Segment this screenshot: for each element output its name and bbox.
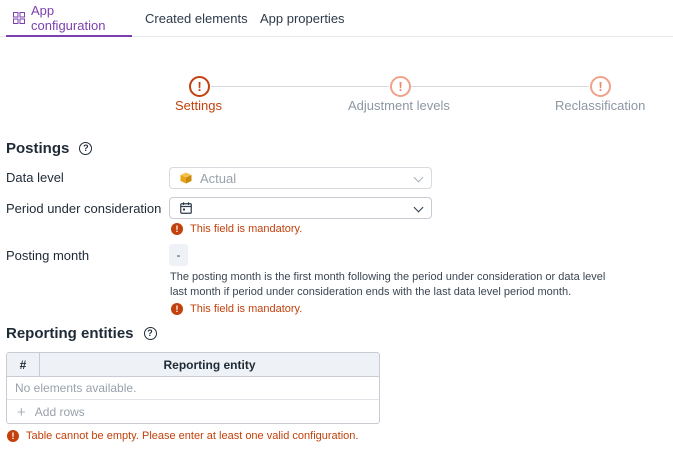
calendar-icon — [180, 202, 192, 214]
posting-month-error-text: This field is mandatory. — [190, 303, 303, 315]
period-select[interactable] — [169, 197, 432, 219]
posting-month-error: ! This field is mandatory. — [171, 303, 302, 315]
tab-label: App configuration — [30, 2, 106, 33]
add-rows-label: Add rows — [34, 405, 85, 419]
chevron-down-icon — [413, 172, 424, 183]
step-settings-warning-icon[interactable]: ! — [189, 76, 210, 97]
step-adjustment-label[interactable]: Adjustment levels — [348, 98, 450, 113]
step-reclassification-label[interactable]: Reclassification — [555, 98, 645, 113]
tab-created-elements[interactable]: Created elements — [145, 0, 248, 37]
chevron-down-icon — [413, 202, 424, 213]
reporting-title: Reporting entities — [6, 325, 134, 342]
step-settings-label[interactable]: Settings — [175, 98, 222, 113]
grid-icon — [13, 11, 25, 24]
step-reclassification-warning-icon[interactable]: ! — [590, 76, 611, 97]
tab-label: App properties — [260, 11, 345, 26]
period-error: ! This field is mandatory. — [171, 223, 302, 235]
data-level-label: Data level — [6, 170, 64, 185]
cube-icon — [180, 172, 192, 184]
reporting-entities-table: # Reporting entity No elements available… — [6, 352, 380, 424]
help-icon[interactable]: ? — [79, 142, 93, 155]
empty-state-row: No elements available. — [7, 377, 379, 400]
plus-icon: + — [17, 403, 26, 421]
tab-bar: App configuration Created elements App p… — [0, 0, 673, 37]
reporting-section-title: Reporting entities ? — [6, 325, 157, 342]
data-level-value: Actual — [200, 170, 237, 186]
tab-app-configuration[interactable]: App configuration — [6, 0, 132, 37]
stepper-connector — [411, 86, 589, 87]
table-error-text: Table cannot be empty. Please enter at l… — [26, 430, 359, 442]
posting-month-label: Posting month — [6, 248, 90, 263]
posting-month-value: - — [169, 244, 188, 266]
stepper-connector — [211, 86, 389, 87]
data-level-select: Actual — [169, 167, 432, 189]
add-rows-button[interactable]: + Add rows — [7, 400, 379, 423]
error-icon: ! — [7, 430, 19, 442]
postings-title: Postings — [6, 140, 70, 157]
postings-section-title: Postings ? — [6, 140, 93, 157]
table-header: # Reporting entity — [7, 353, 379, 377]
period-label: Period under consideration — [6, 201, 162, 216]
column-header-reporting-entity[interactable]: Reporting entity — [40, 353, 379, 377]
table-error: ! Table cannot be empty. Please enter at… — [7, 430, 358, 442]
period-error-text: This field is mandatory. — [190, 223, 303, 235]
step-adjustment-warning-icon[interactable]: ! — [390, 76, 411, 97]
help-icon[interactable]: ? — [143, 327, 157, 340]
tab-label: Created elements — [145, 11, 248, 26]
error-icon: ! — [171, 303, 183, 315]
tab-app-properties[interactable]: App properties — [260, 0, 345, 37]
column-header-index: # — [7, 353, 40, 377]
error-icon: ! — [171, 223, 183, 235]
posting-month-help-text: The posting month is the first month fol… — [170, 271, 606, 298]
